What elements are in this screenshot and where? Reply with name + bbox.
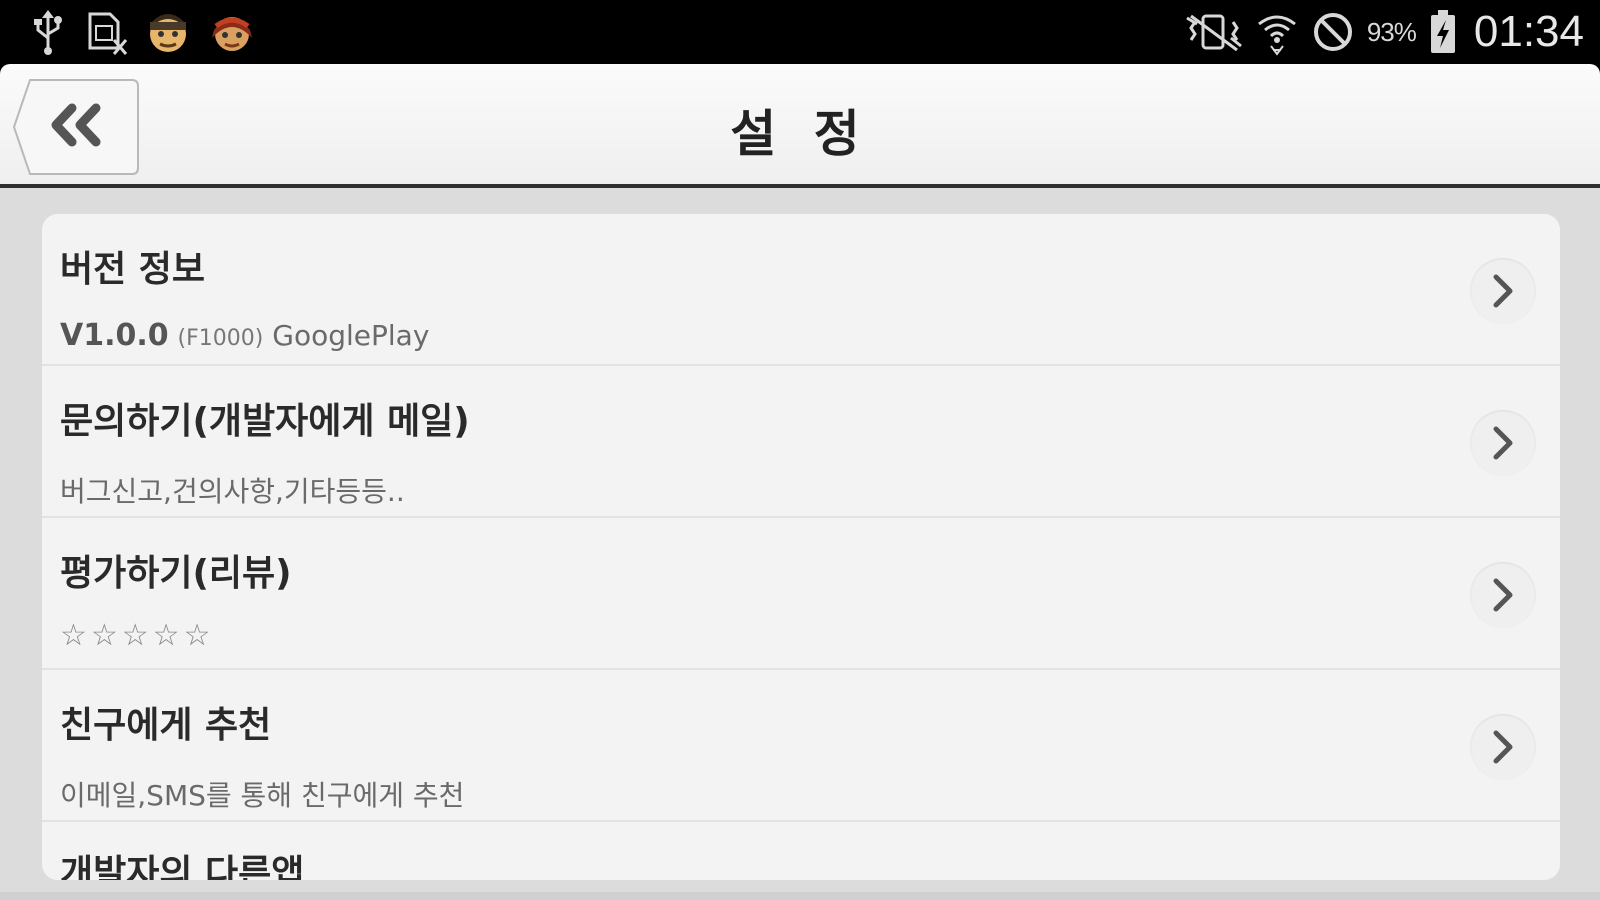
sim-card-x-icon bbox=[86, 8, 128, 56]
content-area: 버전 정보 V1.0.0 (F1000) GooglePlay 문의하기(개발자… bbox=[0, 188, 1600, 900]
version-number: V1.0.0 bbox=[60, 318, 169, 353]
setting-recommend-friend[interactable]: 친구에게 추천 이메일,SMS를 통해 친구에게 추천 bbox=[42, 670, 1560, 822]
setting-subtitle: 버그신고,건의사항,기타등등.. bbox=[60, 475, 405, 508]
bottom-edge bbox=[0, 892, 1600, 900]
system-icons: 93% 01:34 bbox=[1185, 4, 1584, 60]
chevron-right-icon bbox=[1493, 426, 1513, 460]
setting-subtitle: 이메일,SMS를 통해 친구에게 추천 bbox=[60, 779, 465, 812]
setting-title: 개발자의 다른앱 bbox=[60, 853, 305, 880]
clock: 01:34 bbox=[1473, 7, 1584, 56]
chevron-right-icon bbox=[1493, 274, 1513, 308]
setting-title: 버전 정보 bbox=[60, 249, 206, 290]
avatar-woman-icon bbox=[208, 8, 256, 56]
chevron-right-button[interactable] bbox=[1470, 714, 1536, 780]
setting-contact-developer[interactable]: 문의하기(개발자에게 메일) 버그신고,건의사항,기타등등.. bbox=[42, 366, 1560, 518]
app-bar: 설 정 bbox=[0, 64, 1600, 188]
star-rating: ☆☆☆☆☆ bbox=[60, 618, 215, 653]
chevron-right-icon bbox=[1493, 578, 1513, 612]
battery-charging-icon bbox=[1428, 8, 1458, 56]
setting-title: 평가하기(리뷰) bbox=[60, 553, 292, 594]
avatar-man-icon bbox=[146, 8, 190, 56]
chevron-right-icon bbox=[1493, 730, 1513, 764]
setting-other-apps[interactable]: 개발자의 다른앱 bbox=[42, 822, 1560, 880]
chevron-right-button[interactable] bbox=[1470, 562, 1536, 628]
setting-title: 친구에게 추천 bbox=[60, 705, 272, 746]
setting-version-info[interactable]: 버전 정보 V1.0.0 (F1000) GooglePlay bbox=[42, 214, 1560, 366]
settings-list: 버전 정보 V1.0.0 (F1000) GooglePlay 문의하기(개발자… bbox=[42, 214, 1560, 880]
setting-rate-review[interactable]: 평가하기(리뷰) ☆☆☆☆☆ bbox=[42, 518, 1560, 670]
version-code: (F1000) bbox=[177, 326, 264, 351]
chevron-right-button[interactable] bbox=[1470, 258, 1536, 324]
usb-icon bbox=[28, 8, 68, 56]
chevron-right-button[interactable] bbox=[1470, 410, 1536, 476]
wifi-icon bbox=[1255, 8, 1299, 56]
page-title: 설 정 bbox=[730, 105, 870, 163]
status-bar: 93% 01:34 bbox=[0, 0, 1600, 64]
vibrate-mute-icon bbox=[1185, 10, 1243, 54]
setting-title: 문의하기(개발자에게 메일) bbox=[60, 401, 470, 442]
battery-percent: 93% bbox=[1366, 16, 1417, 47]
blocked-icon bbox=[1311, 10, 1355, 54]
version-text: V1.0.0 (F1000) GooglePlay bbox=[60, 318, 429, 353]
version-store: GooglePlay bbox=[272, 319, 430, 352]
notification-icons bbox=[28, 8, 256, 56]
